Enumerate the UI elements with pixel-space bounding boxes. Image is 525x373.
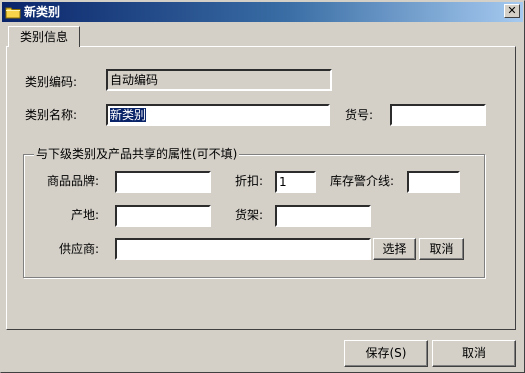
window-title: 新类别 [24, 5, 61, 19]
shared-attributes-legend: 与下级类别及产品共享的属性(可不填) [34, 147, 240, 161]
save-button[interactable]: 保存(S) [344, 340, 428, 367]
category-name-value: 新类别 [110, 108, 147, 122]
discount-label: 折扣: [235, 174, 264, 188]
stock-warning-input[interactable] [407, 171, 460, 193]
dialog-window: 新类别 ✕ 类别信息 类别编码: 自动编码 类别名称: 新类别 货号: 与下级类… [0, 0, 525, 373]
item-number-input[interactable] [390, 104, 486, 126]
close-icon: ✕ [507, 4, 517, 17]
cancel-button[interactable]: 取消 [432, 340, 516, 367]
folder-icon [5, 7, 21, 19]
brand-label: 商品品牌: [47, 174, 100, 188]
discount-input[interactable]: 1 [275, 171, 316, 193]
stock-warning-label: 库存警介线: [330, 174, 395, 188]
category-name-label: 类别名称: [25, 108, 78, 122]
clear-supplier-button[interactable]: 取消 [419, 238, 464, 260]
close-button[interactable]: ✕ [504, 4, 520, 18]
origin-label: 产地: [71, 208, 100, 222]
origin-input[interactable] [115, 205, 211, 227]
shelf-input[interactable] [275, 205, 371, 227]
category-name-input[interactable]: 新类别 [106, 104, 330, 126]
brand-input[interactable] [115, 171, 211, 193]
supplier-label: 供应商: [59, 242, 100, 256]
category-code-label: 类别编码: [25, 75, 78, 89]
category-code-field: 自动编码 [106, 69, 332, 91]
shelf-label: 货架: [235, 208, 264, 222]
title-bar[interactable]: 新类别 ✕ [2, 2, 523, 22]
supplier-input[interactable] [115, 238, 371, 260]
tab-category-info[interactable]: 类别信息 [8, 26, 80, 47]
select-supplier-button[interactable]: 选择 [373, 238, 416, 260]
item-number-label: 货号: [345, 108, 374, 122]
